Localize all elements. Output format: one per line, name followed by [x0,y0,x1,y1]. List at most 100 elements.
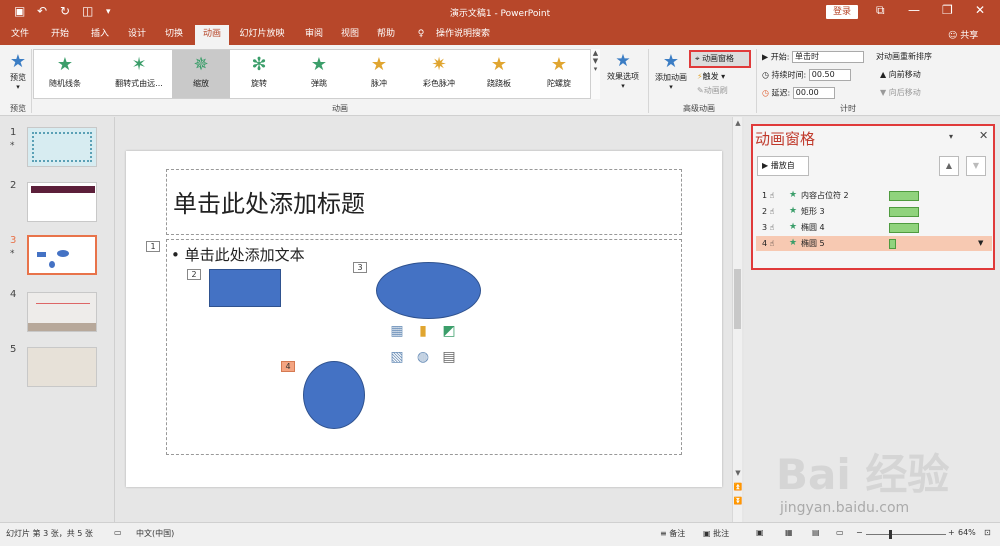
anim-teeter[interactable]: ★ 跷跷板 [470,50,528,98]
insert-video-icon[interactable]: ▤ [439,348,459,366]
move-earlier-button[interactable]: ▲ 向前移动 [880,69,921,80]
tell-me-search[interactable]: 操作说明搜索 [432,25,494,45]
animation-tag[interactable]: 3 [353,262,367,273]
scroll-down-icon[interactable]: ▼ [733,469,743,477]
rectangle-shape[interactable] [209,269,281,307]
zoom-out-icon[interactable]: − [856,528,863,537]
fit-to-window-icon[interactable]: ⊡ [984,528,991,537]
start-select[interactable]: 单击时 [791,51,864,63]
animation-list-item[interactable]: 3 ☝ ★ 椭圆 4 [756,220,992,235]
minimize-icon[interactable]: — [908,3,920,17]
reading-view-icon[interactable]: ▤ [812,528,820,537]
scrollbar-thumb[interactable] [734,269,741,329]
tab-home[interactable]: 开始 [46,25,74,45]
previous-slide-icon[interactable]: ⏫ [733,483,743,491]
animation-list-item-selected[interactable]: 4 ☝ ★ 椭圆 5 ▼ [756,236,992,251]
zoom-level[interactable]: 64% [958,528,976,537]
tab-review[interactable]: 审阅 [300,25,328,45]
star-icon: ★ [490,54,508,75]
tab-animations[interactable]: 动画 [195,25,229,45]
language-indicator[interactable]: 中文(中国) [136,528,174,539]
timing-group-label: 计时 [840,104,856,113]
animation-pane-button[interactable]: ⌖ 动画窗格 [689,50,751,68]
animation-tag[interactable]: 2 [187,269,201,280]
notes-button[interactable]: ≡ 备注 [660,528,685,539]
insert-table-icon[interactable]: ▦ [387,322,407,340]
slide-thumb-2[interactable] [27,182,97,222]
insert-picture-icon[interactable]: ▧ [387,348,407,366]
chevron-down-icon[interactable]: ▼ [978,236,983,251]
tab-insert[interactable]: 插入 [86,25,114,45]
start-from-beginning-icon[interactable]: ◫ [82,4,93,18]
login-button[interactable]: 登录 [826,5,858,19]
animation-tag[interactable]: 1 [146,241,160,252]
customize-toolbar-icon[interactable]: ▾ [106,7,111,17]
slide-thumb-5[interactable] [27,347,97,387]
move-up-button[interactable]: ▲ [939,156,959,176]
normal-view-icon[interactable]: ▣ [756,528,764,537]
comments-button[interactable]: ▣ 批注 [703,528,729,539]
close-icon[interactable]: ✕ [975,3,985,17]
insert-chart-icon[interactable]: ▮ [413,322,433,340]
zoom-in-icon[interactable]: + [948,528,955,537]
anim-pulse[interactable]: ★ 脉冲 [350,50,408,98]
trigger-button[interactable]: ⚡触发 ▾ [697,71,725,82]
share-button[interactable]: ☺ 共享 [948,28,978,41]
zoom-slider-thumb[interactable] [889,530,892,539]
anim-spin[interactable]: ✻ 旋转 [230,50,288,98]
delay-input[interactable]: 00.00 [792,87,835,99]
save-icon[interactable]: ▣ [14,4,25,18]
anim-bounce[interactable]: ★ 弹跳 [290,50,348,98]
close-pane-icon[interactable]: ✕ [979,129,988,142]
duration-input[interactable]: 00.50 [808,69,851,81]
add-animation-button[interactable]: ★ 添加动画 ▾ [652,51,690,91]
insert-smartart-icon[interactable]: ◩ [439,322,459,340]
slide-thumb-3[interactable] [27,235,97,275]
anim-random-bars[interactable]: ★ 随机线条 [36,50,94,98]
zoom-slider[interactable] [866,534,946,535]
slide-sorter-icon[interactable]: ▦ [785,528,793,537]
play-from-button[interactable]: ▶ 播放自 [757,156,809,176]
animation-list-item[interactable]: 2 ☝ ★ 矩形 3 [756,204,992,219]
tab-transitions[interactable]: 切换 [160,25,188,45]
ribbon-display-icon[interactable]: ⧉ [876,3,885,18]
slide-thumb-4[interactable] [27,292,97,332]
animation-brush-button[interactable]: ✎动画刷 [697,85,728,96]
anim-spinner[interactable]: ★ 陀螺旋 [530,50,588,98]
slide-thumb-1[interactable] [27,127,97,167]
animation-list-item[interactable]: 1 ☝ ★ 内容占位符 2 [756,188,992,203]
content-placeholder[interactable]: • 单击此处添加文本 2 3 ▦ ▮ ◩ ▧ ◍ ▤ 4 [166,239,682,455]
title-placeholder[interactable]: 单击此处添加标题 [166,169,682,235]
vertical-scrollbar[interactable]: ▲ ▼ ⏫ ⏬ [732,117,742,522]
ellipse-shape[interactable] [303,361,365,429]
tab-file[interactable]: 文件 [6,25,34,45]
tab-view[interactable]: 视图 [336,25,364,45]
insert-online-picture-icon[interactable]: ◍ [413,348,433,366]
move-down-button[interactable]: ▼ [966,156,986,176]
tab-design[interactable]: 设计 [123,25,151,45]
effect-options-button[interactable]: ★ 效果选项 ▾ [604,51,642,90]
timeline-bar[interactable] [889,223,919,233]
scroll-up-icon[interactable]: ▲ [733,119,743,127]
anim-flip[interactable]: ✶ 翻转式由远... [110,50,168,98]
restore-icon[interactable]: ❐ [942,3,953,17]
spell-check-icon[interactable]: ▭ [114,528,122,537]
tab-slideshow[interactable]: 幻灯片放映 [236,25,288,45]
next-slide-icon[interactable]: ⏬ [733,497,743,505]
redo-icon[interactable]: ↻ [60,4,70,18]
ellipse-shape[interactable] [376,262,481,319]
anim-zoom[interactable]: ✵ 缩放 [172,50,230,98]
undo-icon[interactable]: ↶ [37,4,47,18]
timeline-bar[interactable] [889,239,896,249]
move-later-button[interactable]: ▼ 向后移动 [880,87,921,98]
slideshow-view-icon[interactable]: ▭ [836,528,844,537]
timeline-bar[interactable] [889,191,919,201]
animation-tag[interactable]: 4 [281,361,295,372]
preview-button[interactable]: ★ 预览 ▾ [6,51,30,91]
mouse-click-icon: ☝ [769,239,775,248]
gallery-scrollbar[interactable]: ▲ ▼ ▾ [590,49,600,99]
tab-help[interactable]: 帮助 [372,25,400,45]
timeline-bar[interactable] [889,207,919,217]
anim-color-pulse[interactable]: ✷ 彩色脉冲 [410,50,468,98]
pane-options-icon[interactable]: ▾ [949,132,953,141]
